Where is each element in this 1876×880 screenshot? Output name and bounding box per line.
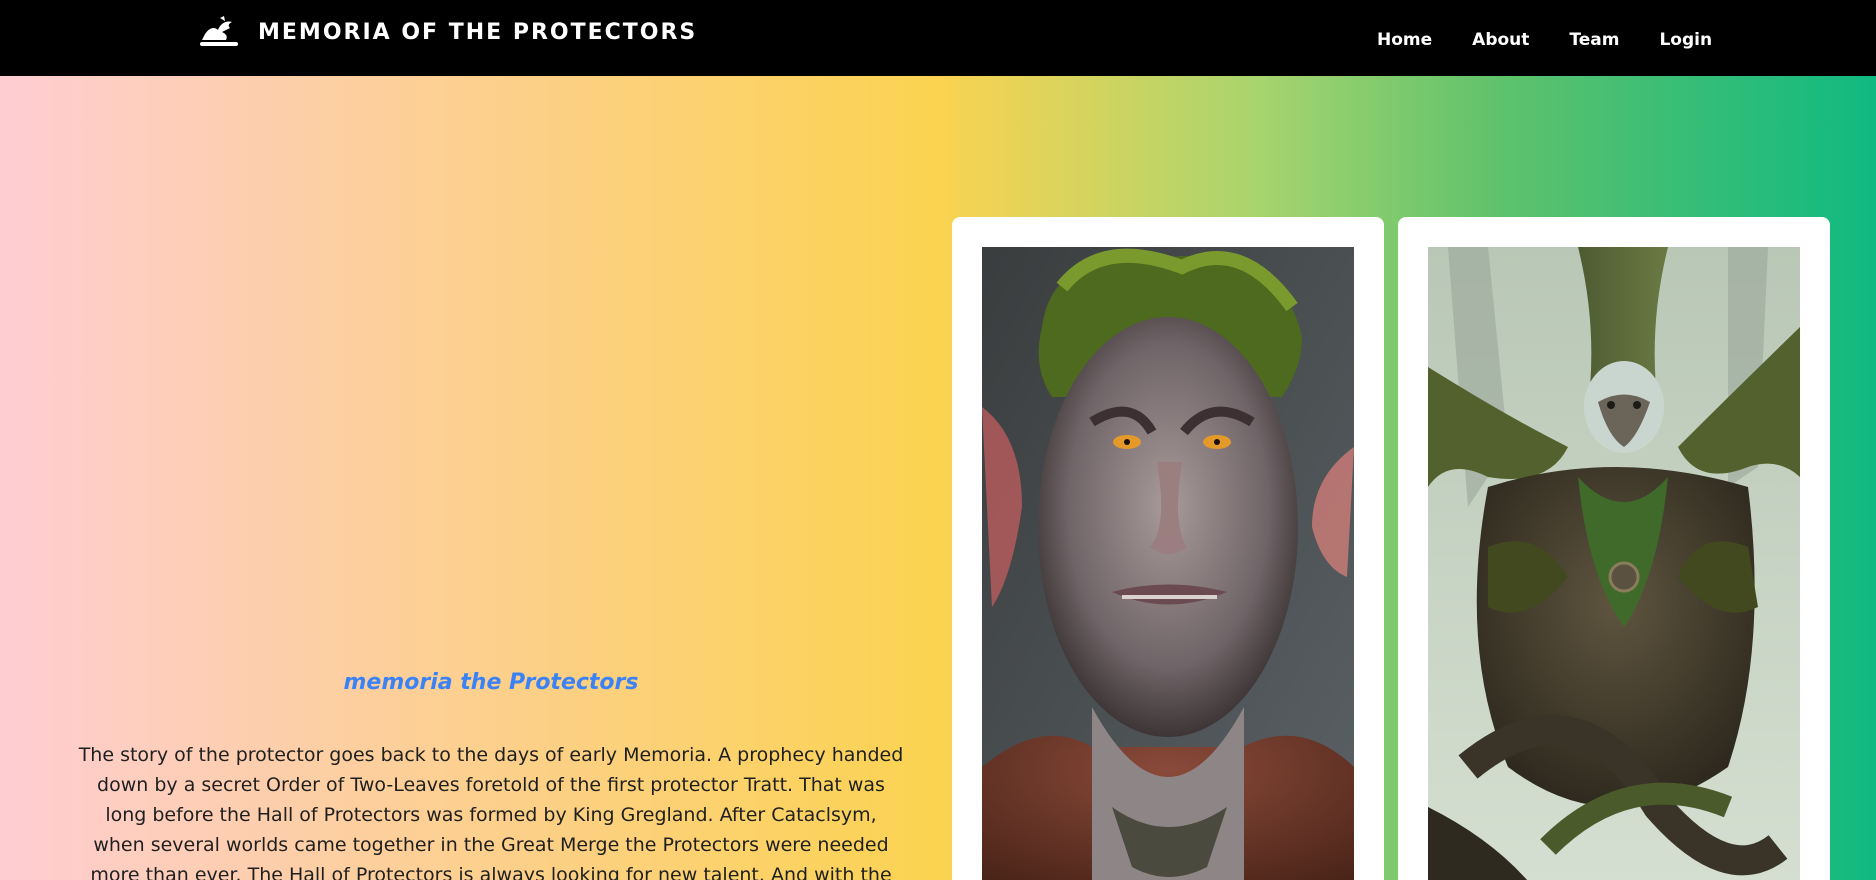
site-title: MEMORIA OF THE PROTECTORS bbox=[258, 19, 698, 45]
story-text: The story of the protector goes back to … bbox=[78, 744, 904, 880]
protector-card-treebeast[interactable] bbox=[1398, 217, 1830, 880]
dragon-icon bbox=[200, 16, 238, 46]
nav-team-link[interactable]: Team bbox=[1569, 30, 1619, 50]
nav-home-link[interactable]: Home bbox=[1377, 30, 1432, 50]
nav-login-link[interactable]: Login bbox=[1659, 30, 1712, 50]
story-heading: memoria the Protectors bbox=[343, 670, 639, 695]
nav-about-link[interactable]: About bbox=[1472, 30, 1529, 50]
top-navbar: MEMORIA OF THE PROTECTORS Home About Tea… bbox=[0, 0, 1876, 76]
brand[interactable]: MEMORIA OF THE PROTECTORS bbox=[198, 8, 697, 56]
protector-card-troll[interactable] bbox=[952, 217, 1384, 880]
tree-beast-image bbox=[1428, 247, 1800, 880]
hero-section: memoria the Protectors The story of the … bbox=[0, 76, 1876, 880]
troll-portrait-image bbox=[982, 247, 1354, 880]
main-nav: Home About Team Login bbox=[1377, 30, 1752, 50]
